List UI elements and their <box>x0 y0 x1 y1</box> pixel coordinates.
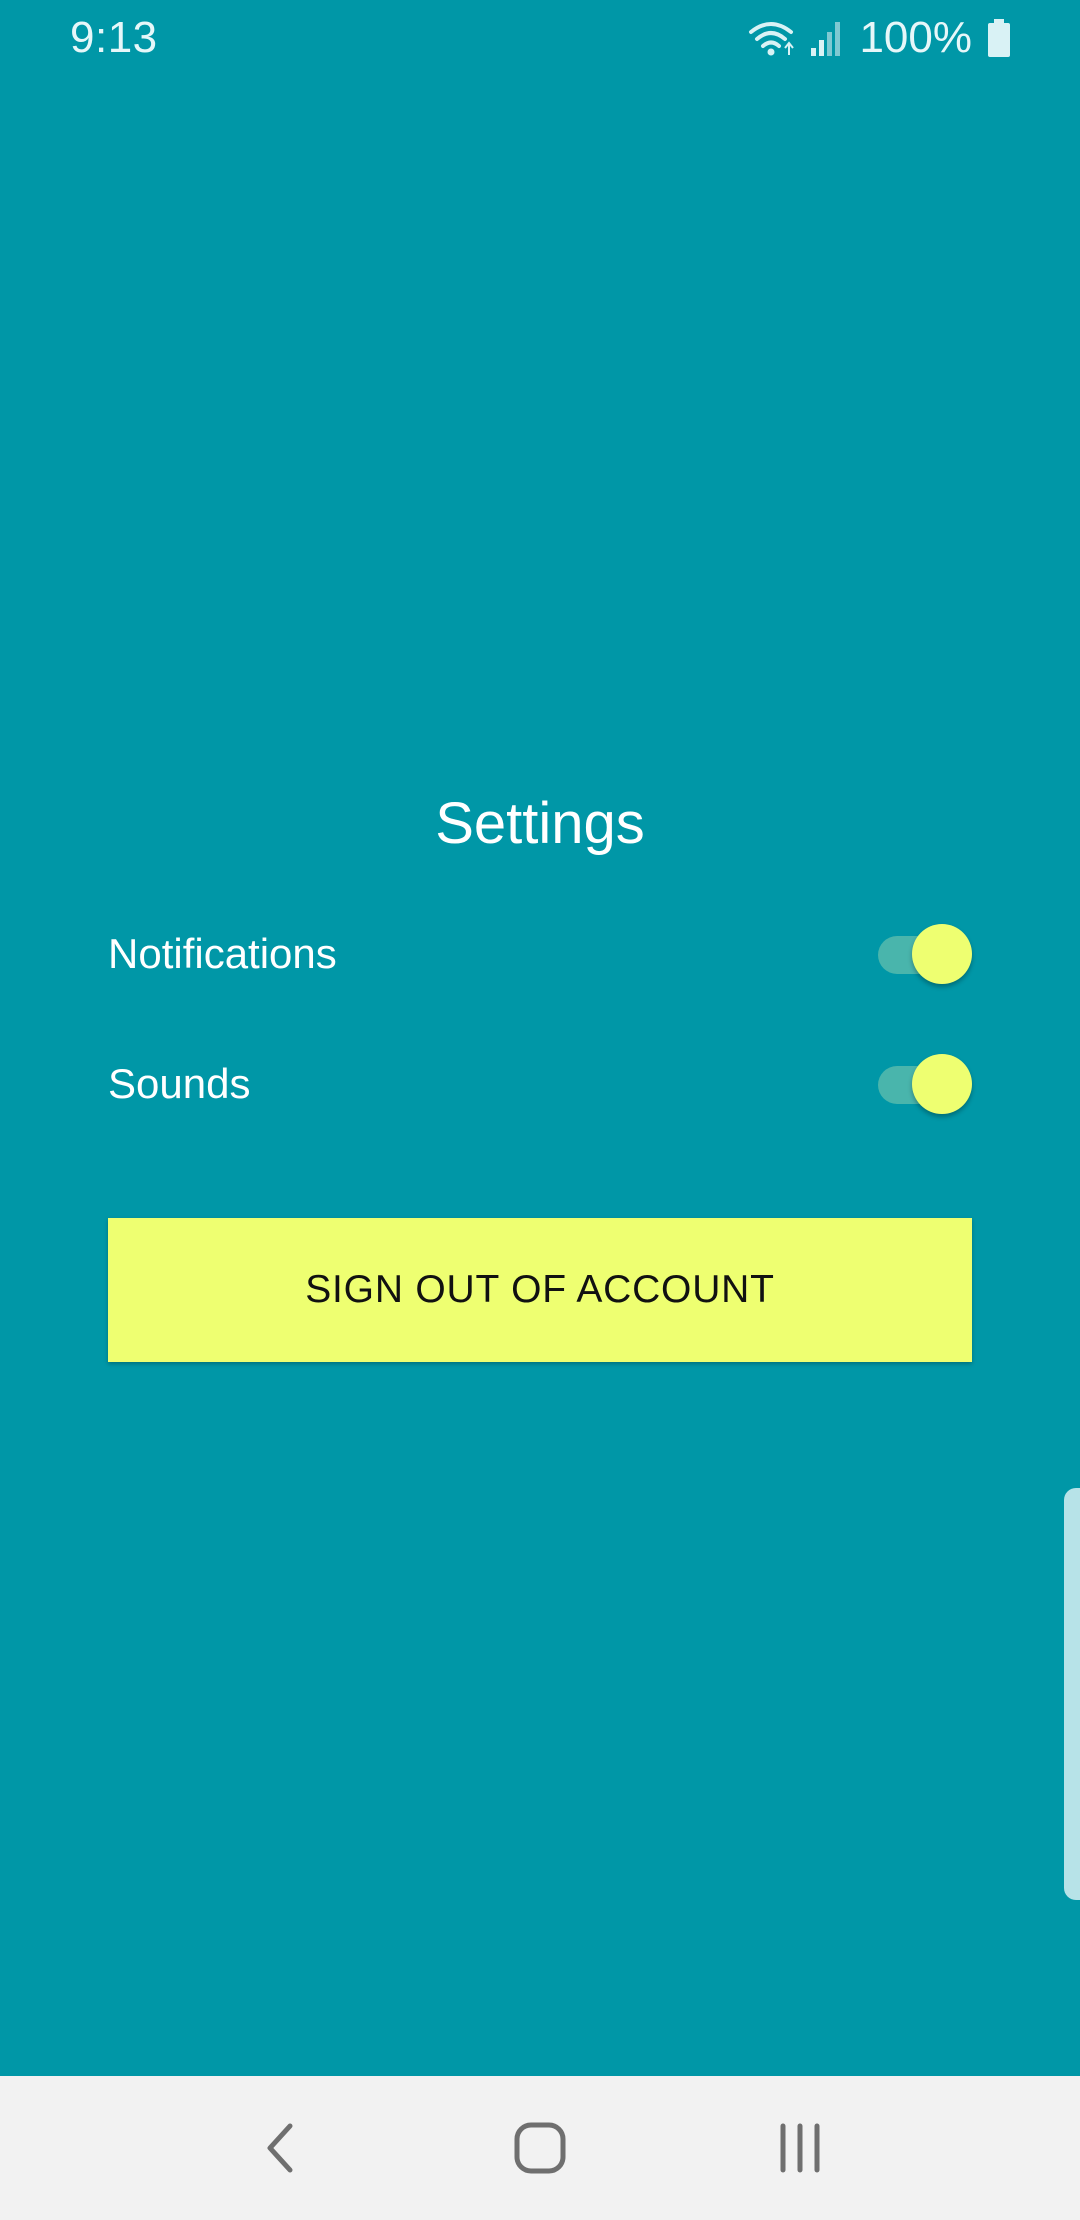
notifications-label: Notifications <box>108 930 337 977</box>
battery-icon <box>986 18 1012 58</box>
edge-panel-handle[interactable] <box>1064 1488 1080 1900</box>
notifications-toggle[interactable] <box>872 922 972 986</box>
wifi-icon <box>747 18 795 58</box>
sounds-toggle[interactable] <box>872 1052 972 1116</box>
home-icon[interactable] <box>490 2098 590 2198</box>
sounds-label: Sounds <box>108 1060 251 1107</box>
battery-percent: 100% <box>859 13 972 62</box>
sign-out-button[interactable]: SIGN OUT OF ACCOUNT <box>108 1218 972 1362</box>
status-time: 9:13 <box>70 13 158 62</box>
sounds-row: Sounds <box>108 1044 972 1124</box>
signal-icon <box>809 18 845 58</box>
back-icon[interactable] <box>230 2098 330 2198</box>
recents-icon[interactable] <box>750 2098 850 2198</box>
toggle-thumb <box>912 1054 972 1114</box>
navigation-bar <box>0 2076 1080 2220</box>
settings-title: Settings <box>435 791 645 856</box>
status-bar: 9:13 100% <box>0 0 1080 76</box>
notifications-row: Notifications <box>108 914 972 994</box>
toggle-thumb <box>912 924 972 984</box>
status-icons: 100% <box>747 13 1012 63</box>
